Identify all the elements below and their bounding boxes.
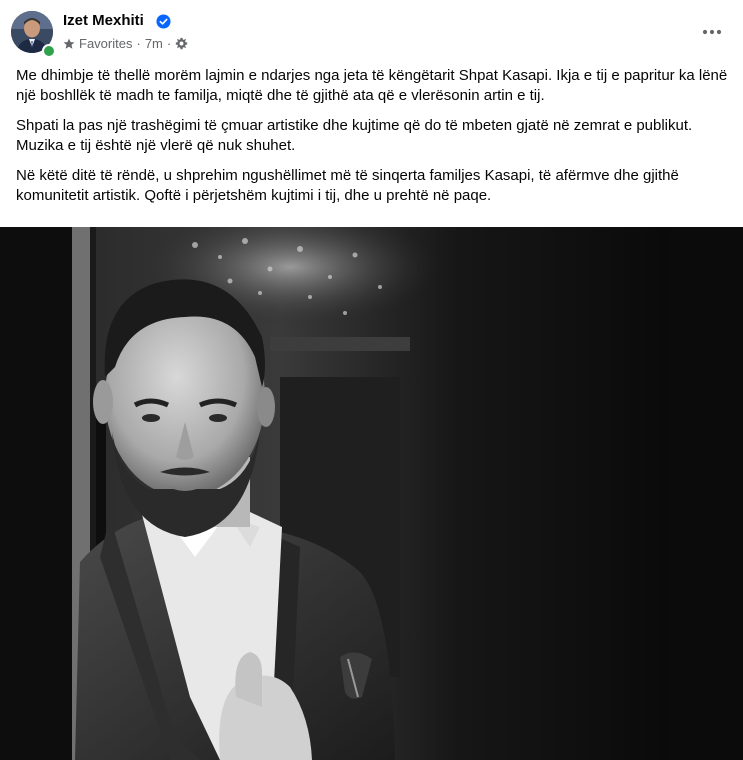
post-meta: Favorites · 7m · bbox=[63, 36, 188, 51]
more-options-icon bbox=[702, 29, 722, 35]
author-name[interactable]: Izet Mexhiti bbox=[63, 12, 144, 29]
verified-badge-icon bbox=[156, 14, 171, 29]
post-timestamp[interactable]: 7m bbox=[145, 36, 163, 51]
post-photo[interactable] bbox=[0, 227, 743, 760]
post-paragraph: Me dhimbje të thellë morëm lajmin e ndar… bbox=[16, 67, 728, 104]
post-body: Me dhimbje të thellë morëm lajmin e ndar… bbox=[16, 66, 731, 216]
meta-separator: · bbox=[166, 36, 172, 51]
gear-icon bbox=[176, 37, 188, 50]
post-paragraph: Shpati la pas një trashëgimi të çmuar ar… bbox=[16, 117, 693, 154]
post-paragraph: Në këtë ditë të rëndë, u shprehim ngushë… bbox=[16, 167, 679, 204]
audience-label[interactable]: Favorites bbox=[79, 36, 132, 51]
more-options-button[interactable] bbox=[700, 20, 724, 44]
meta-separator: · bbox=[136, 36, 141, 51]
star-icon bbox=[63, 38, 75, 49]
online-status-dot bbox=[42, 44, 56, 58]
post-header: Izet Mexhiti Favorites · 7m · bbox=[0, 0, 743, 64]
